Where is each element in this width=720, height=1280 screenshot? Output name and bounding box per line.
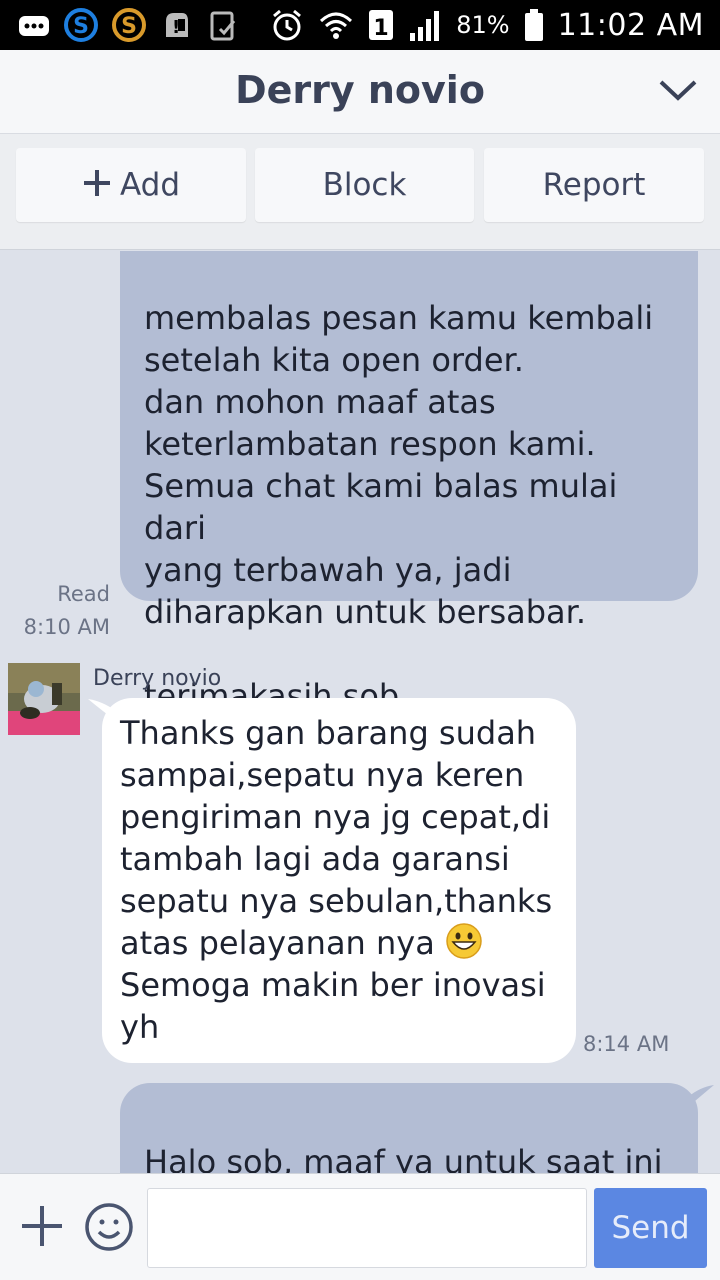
- block-button-label: Block: [322, 167, 407, 203]
- report-button[interactable]: Report: [484, 148, 704, 222]
- status-bar: S S ! 1 81% 11:02 AM: [0, 0, 720, 50]
- message-time: 8:14 AM: [583, 1032, 670, 1056]
- message-bubble-outgoing: Halo sob, maaf ya untuk saat ini kita cl…: [120, 1083, 698, 1173]
- block-button[interactable]: Block: [255, 148, 474, 222]
- sender-name: Derry novio: [93, 666, 222, 691]
- message-text-continued: Semoga makin ber inovasi yh: [120, 966, 546, 1046]
- message-bubble-outgoing: membalas pesan kamu kembali setelah kita…: [120, 251, 698, 715]
- wifi-icon: [318, 7, 354, 43]
- message-text: Halo sob, maaf ya untuk saat ini kita cl…: [144, 1143, 663, 1173]
- status-left: S S !: [18, 7, 238, 43]
- message-time: 8:10 AM: [23, 615, 110, 639]
- messages-icon: [18, 8, 50, 42]
- contact-actions: Add Block Report: [0, 134, 720, 250]
- signal-icon: [408, 7, 442, 43]
- composer: Send: [0, 1173, 720, 1280]
- message-meta: Read 8:10 AM: [12, 578, 110, 644]
- report-button-label: Report: [542, 167, 646, 203]
- plus-icon: [82, 162, 112, 208]
- emoji-icon[interactable]: [84, 1202, 134, 1252]
- add-button-label: Add: [119, 167, 181, 203]
- message-bubble-incoming: Thanks gan barang sudah sampai,sepatu ny…: [102, 698, 576, 1063]
- attach-plus-icon[interactable]: [18, 1202, 66, 1250]
- battery-icon: [524, 7, 544, 43]
- battery-percent: 81%: [456, 11, 510, 39]
- message-text: membalas pesan kamu kembali setelah kita…: [144, 299, 654, 715]
- send-button-label: Send: [611, 1210, 690, 1246]
- clipboard-icon: [208, 7, 238, 43]
- svg-text:S: S: [121, 14, 137, 39]
- alarm-icon: [270, 7, 304, 43]
- notification-icon: !: [160, 7, 194, 43]
- skype-icon: S: [64, 7, 98, 43]
- status-clock: 11:02 AM: [557, 7, 704, 43]
- chevron-down-icon[interactable]: [658, 76, 698, 106]
- read-status: Read: [57, 582, 110, 606]
- message-text: Thanks gan barang sudah sampai,sepatu ny…: [120, 714, 553, 962]
- message-list[interactable]: membalas pesan kamu kembali setelah kita…: [0, 251, 720, 1173]
- chat-screen: S S ! 1 81% 11:02 AM Derry novio Add Blo…: [0, 0, 720, 1280]
- status-right: 1 81% 11:02 AM: [270, 0, 704, 50]
- sim-icon: 1: [368, 7, 394, 43]
- chat-header: Derry novio: [0, 50, 720, 134]
- message-input[interactable]: [147, 1188, 587, 1268]
- sim-slot-label: 1: [374, 16, 389, 41]
- send-button[interactable]: Send: [594, 1188, 707, 1268]
- sync-icon: S: [112, 7, 146, 43]
- svg-text:S: S: [73, 14, 89, 39]
- chat-title: Derry novio: [235, 68, 485, 112]
- add-friend-button[interactable]: Add: [16, 148, 246, 222]
- avatar[interactable]: [8, 663, 80, 735]
- grinning-face-emoji-icon: [445, 923, 483, 962]
